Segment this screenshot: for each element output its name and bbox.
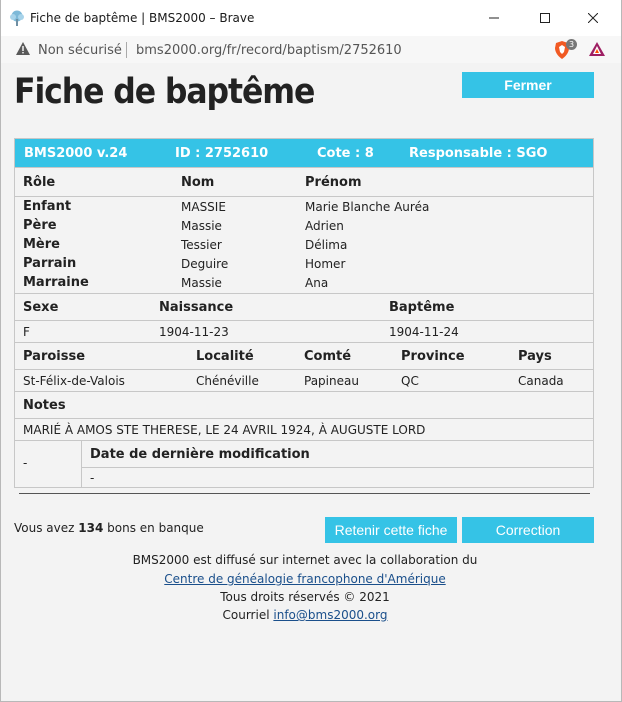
section-divider [19, 493, 590, 494]
email-link[interactable]: info@bms2000.org [273, 608, 387, 622]
rewards-triangle-icon[interactable] [588, 41, 606, 57]
title-bar: Fiche de baptême | BMS2000 – Brave [0, 0, 622, 36]
divider-line [15, 440, 593, 441]
divider-line [15, 418, 593, 419]
header-sexe: Sexe [23, 300, 59, 315]
maximize-button[interactable] [522, 0, 568, 36]
header-pays: Pays [518, 349, 552, 364]
correction-button[interactable]: Correction [462, 517, 594, 543]
responsable-label: Responsable : SGO [409, 146, 548, 161]
record-header: BMS2000 v.24 ID : 2752610 Cote : 8 Respo… [15, 139, 593, 167]
role-cell: Enfant [23, 199, 72, 214]
divider-line [15, 320, 593, 321]
divider-line [15, 342, 593, 343]
prenom-cell: Délima [305, 238, 348, 252]
security-label[interactable]: Non sécurisé [38, 43, 122, 58]
province-value: QC [401, 374, 419, 388]
header-naissance: Naissance [159, 300, 234, 315]
bank-prefix: Vous avez [14, 521, 75, 535]
role-cell: Marraine [23, 275, 89, 290]
record-id: ID : 2752610 [175, 146, 269, 161]
bapteme-value: 1904-11-24 [389, 325, 459, 339]
address-separator [126, 42, 127, 58]
header-role: Rôle [23, 175, 56, 190]
header-prenom: Prénom [305, 175, 362, 190]
close-window-button[interactable] [570, 0, 616, 36]
header-paroisse: Paroisse [23, 349, 86, 364]
version-label: BMS2000 v.24 [24, 146, 128, 161]
role-cell: Parrain [23, 256, 77, 271]
record-table: BMS2000 v.24 ID : 2752610 Cote : 8 Respo… [14, 138, 594, 488]
footer-line: BMS2000 est diffusé sur internet avec la… [132, 553, 478, 567]
minimize-button[interactable] [471, 0, 517, 36]
paroisse-value: St-Félix-de-Valois [23, 374, 125, 388]
last-modified-value: - [90, 471, 95, 485]
role-cell: Père [23, 218, 57, 233]
divider-line [15, 391, 593, 392]
close-icon [588, 13, 598, 23]
nom-cell: Tessier [181, 238, 222, 252]
copyright-line: Tous droits réservés © 2021 [220, 590, 390, 604]
header-localite: Localité [196, 349, 254, 364]
window-title: Fiche de baptême | BMS2000 – Brave [30, 11, 255, 25]
contact-prefix: Courriel [222, 608, 270, 622]
cote-label: Cote : 8 [317, 146, 374, 161]
divider-line [15, 167, 593, 168]
partner-link[interactable]: Centre de généalogie francophone d'Améri… [164, 572, 445, 586]
bank-suffix: bons en banque [107, 521, 204, 535]
prenom-cell: Homer [305, 257, 346, 271]
nom-cell: Massie [181, 219, 222, 233]
divider-line [81, 440, 82, 488]
prenom-cell: Marie Blanche Auréa [305, 200, 430, 214]
header-bapteme: Baptême [389, 300, 455, 315]
header-nom: Nom [181, 175, 215, 190]
prenom-cell: Adrien [305, 219, 344, 233]
contact-line: Courriel info@bms2000.org [0, 608, 610, 622]
nom-cell: MASSIE [181, 200, 226, 214]
url-text[interactable]: bms2000.org/fr/record/baptism/2752610 [136, 43, 402, 58]
localite-value: Chénéville [196, 374, 259, 388]
footer-link-line: Centre de généalogie francophone d'Améri… [0, 572, 610, 586]
header-notes: Notes [23, 398, 66, 413]
divider-line [81, 467, 593, 468]
page-title: Fiche de baptême [14, 72, 315, 112]
divider-line [15, 196, 593, 197]
prenom-cell: Ana [305, 276, 329, 290]
close-button[interactable]: Fermer [462, 72, 594, 98]
tree-logo-icon [10, 10, 24, 26]
nom-cell: Deguire [181, 257, 229, 271]
header-last-modified: Date de dernière modification [90, 447, 310, 462]
retain-record-button[interactable]: Retenir cette fiche [325, 517, 457, 543]
nom-cell: Massie [181, 276, 222, 290]
sexe-value: F [23, 325, 30, 339]
maximize-icon [540, 13, 550, 23]
divider-line [15, 369, 593, 370]
bank-balance: Vous avez 134 bons en banque [14, 521, 204, 535]
pays-value: Canada [518, 374, 564, 388]
shield-count-badge: 3 [566, 39, 577, 50]
scroll-edge [614, 63, 621, 702]
comte-value: Papineau [304, 374, 359, 388]
modification-left-value: - [23, 456, 28, 470]
warning-icon[interactable] [15, 41, 31, 56]
divider-line [15, 293, 593, 294]
naissance-value: 1904-11-23 [159, 325, 229, 339]
minimize-icon [489, 17, 499, 19]
role-cell: Mère [23, 237, 60, 252]
bank-count: 134 [78, 521, 104, 535]
notes-value: MARIÉ À AMOS STE THERESE, LE 24 AVRIL 19… [23, 423, 426, 437]
header-comte: Comté [304, 349, 352, 364]
header-province: Province [401, 349, 465, 364]
